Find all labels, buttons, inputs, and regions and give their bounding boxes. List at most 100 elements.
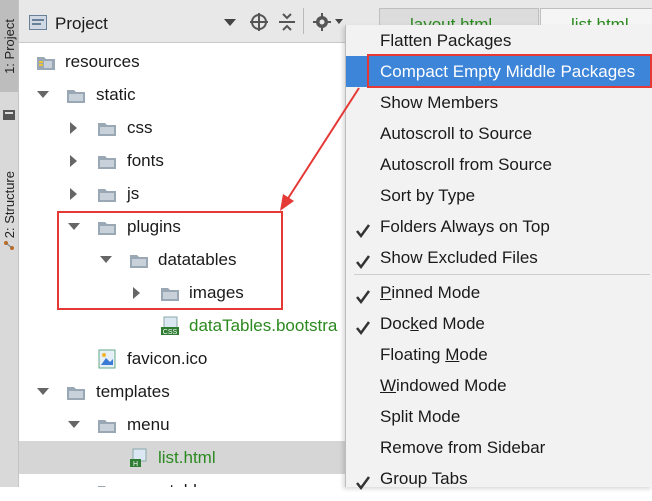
tree-row[interactable]: user_table <box>19 474 345 487</box>
tree-row-label: datatables <box>158 250 237 269</box>
tree-row[interactable]: datatables <box>19 243 345 276</box>
menu-item-group-tabs[interactable]: Group Tabs <box>346 463 652 494</box>
tree-row[interactable]: js <box>19 177 345 210</box>
html-file-icon: H <box>129 448 149 468</box>
menu-item-label: Windowed Mode <box>380 376 507 395</box>
menu-item-label: Autoscroll from Source <box>380 155 552 174</box>
menu-item-label: Show Members <box>380 93 499 112</box>
menu-item-windowed-mode[interactable]: Windowed Mode <box>346 370 652 401</box>
tree-row-label: static <box>96 85 136 104</box>
folder-icon <box>97 217 117 237</box>
menu-item-show-excluded-files[interactable]: Show Excluded Files <box>346 242 652 273</box>
view-options-menu: Flatten Packages Compact Empty Middle Pac… <box>345 25 652 491</box>
tree-row-label: templates <box>96 382 170 401</box>
menu-item-flatten-packages[interactable]: Flatten Packages <box>346 25 652 56</box>
tree-row-label: favicon.ico <box>127 349 208 368</box>
menu-item-label: Split Mode <box>380 407 461 426</box>
collapse-icon[interactable] <box>277 12 297 32</box>
structure-tool-tab-label: 2: Structure <box>1 171 17 239</box>
tree-row[interactable]: images <box>19 276 345 309</box>
tree-row[interactable]: resources <box>19 45 345 78</box>
expanded-arrow-icon[interactable] <box>66 210 82 243</box>
tree-row[interactable]: favicon.ico <box>19 342 345 375</box>
project-view-title[interactable]: Project <box>55 14 108 34</box>
resource-folder-icon <box>36 52 56 72</box>
project-tree[interactable]: resources static css fonts js plugins datatabl… <box>19 43 345 487</box>
folder-icon <box>66 85 86 105</box>
dropdown-icon[interactable] <box>224 19 236 27</box>
menu-item-floating-mode[interactable]: Floating Mode <box>346 339 652 370</box>
collapsed-arrow-icon[interactable] <box>66 177 82 210</box>
tree-row[interactable]: menu <box>19 408 345 441</box>
folder-icon <box>97 151 117 171</box>
expanded-arrow-icon[interactable] <box>66 408 82 441</box>
tree-row[interactable]: css <box>19 111 345 144</box>
settings-dropdown-icon[interactable] <box>335 19 343 25</box>
left-tool-strip: 1: Project 2: Structure <box>0 0 19 487</box>
structure-tab-icon <box>4 241 14 250</box>
menu-item-label: Compact Empty Middle Packages <box>380 62 636 81</box>
tree-row-label: user_table <box>127 474 206 487</box>
collapsed-arrow-icon[interactable] <box>66 111 82 144</box>
menu-item-label: Show Excluded Files <box>380 248 538 267</box>
menu-item-split-mode[interactable]: Split Mode <box>346 401 652 432</box>
folder-icon <box>160 283 180 303</box>
tree-row-label: images <box>189 283 244 302</box>
check-icon <box>355 249 371 270</box>
menu-item-pinned-mode[interactable]: Pinned Mode <box>346 277 652 308</box>
menu-item-label: Flatten Packages <box>380 31 512 50</box>
svg-text:CSS: CSS <box>163 329 178 336</box>
menu-item-autoscroll-to-source[interactable]: Autoscroll to Source <box>346 118 652 149</box>
tree-row-label: js <box>127 184 140 203</box>
menu-item-label: Group Tabs <box>380 469 468 488</box>
tree-row[interactable]: plugins <box>19 210 345 243</box>
tree-row-label: dataTables.bootstra <box>189 316 338 335</box>
collapsed-arrow-icon[interactable] <box>66 144 82 177</box>
menu-item-folders-always-on-top[interactable]: Folders Always on Top <box>346 211 652 242</box>
expanded-arrow-icon[interactable] <box>98 243 114 276</box>
tree-row-label: menu <box>127 415 170 434</box>
check-icon <box>355 470 371 491</box>
menu-item-label: Pinned Mode <box>380 283 481 302</box>
project-tool-tab[interactable]: 1: Project <box>0 0 18 92</box>
locate-icon[interactable] <box>249 12 269 32</box>
folder-icon <box>97 184 117 204</box>
image-file-icon <box>97 349 117 369</box>
tree-row[interactable]: templates <box>19 375 345 408</box>
folder-icon <box>129 250 149 270</box>
tree-row-label: resources <box>65 52 140 71</box>
check-icon <box>355 218 371 239</box>
menu-separator <box>354 274 650 275</box>
menu-item-compact-empty-middle-packages[interactable]: Compact Empty Middle Packages <box>346 56 652 87</box>
menu-item-docked-mode[interactable]: Docked Mode <box>346 308 652 339</box>
folder-icon <box>66 382 86 402</box>
menu-item-label: Remove from Sidebar <box>380 438 546 457</box>
menu-item-sort-by-type[interactable]: Sort by Type <box>346 180 652 211</box>
tree-row[interactable]: CSS dataTables.bootstra <box>19 309 345 342</box>
tree-row[interactable]: static <box>19 78 345 111</box>
expanded-arrow-icon[interactable] <box>35 78 51 111</box>
menu-item-label: Floating Mode <box>380 345 488 364</box>
menu-item-label: Sort by Type <box>380 186 476 205</box>
settings-icon[interactable] <box>312 12 332 32</box>
menu-item-show-members[interactable]: Show Members <box>346 87 652 118</box>
tree-row-label: fonts <box>127 151 164 170</box>
tree-row[interactable]: fonts <box>19 144 345 177</box>
folder-icon <box>97 481 117 487</box>
menu-item-autoscroll-from-source[interactable]: Autoscroll from Source <box>346 149 652 180</box>
check-icon <box>355 284 371 305</box>
tree-row[interactable]: Hlist.html <box>19 441 345 474</box>
project-tool-tab-label: 1: Project <box>1 18 17 74</box>
tree-row-label: css <box>127 118 153 137</box>
css-file-icon: CSS <box>160 316 180 336</box>
tree-row-label: list.html <box>158 448 216 467</box>
menu-item-label: Folders Always on Top <box>380 217 550 236</box>
menu-item-remove-from-sidebar[interactable]: Remove from Sidebar <box>346 432 652 463</box>
project-view-icon <box>29 15 47 30</box>
expanded-arrow-icon[interactable] <box>35 375 51 408</box>
folder-icon <box>97 118 117 138</box>
check-icon <box>355 315 371 336</box>
folder-icon <box>97 415 117 435</box>
collapsed-arrow-icon[interactable] <box>129 276 145 309</box>
project-tab-icon <box>3 110 15 120</box>
